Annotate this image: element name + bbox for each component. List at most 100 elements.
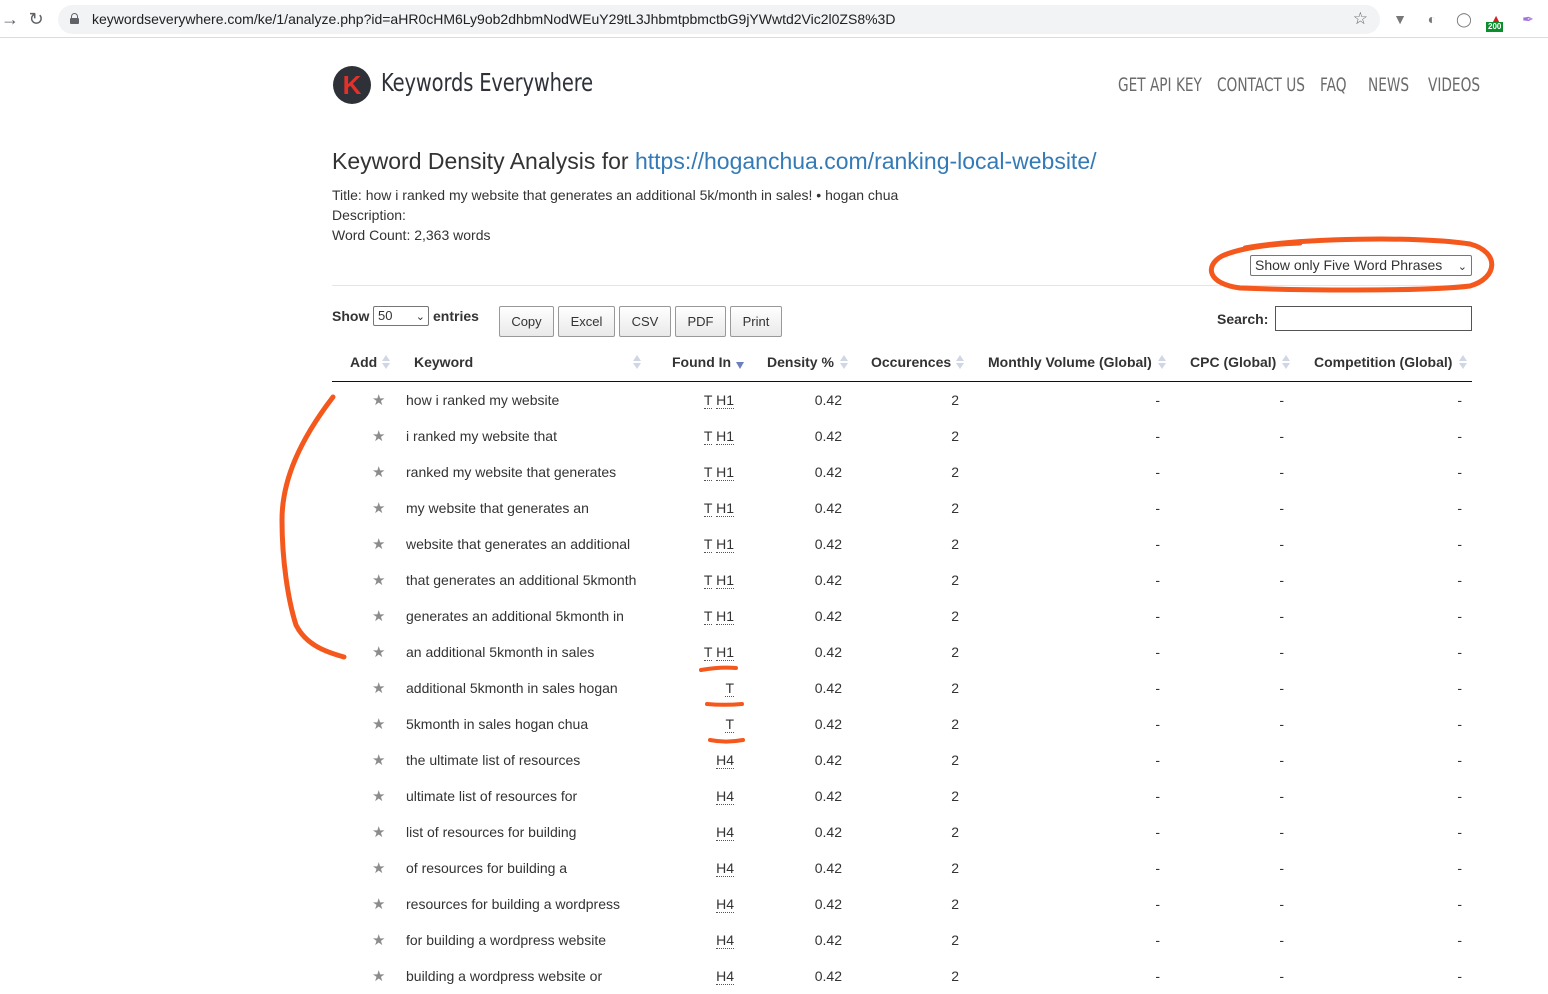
nav-faq[interactable]: FAQ — [1320, 74, 1347, 96]
bookmark-star-icon[interactable]: ☆ — [1353, 9, 1368, 29]
sort-icon[interactable] — [1459, 354, 1467, 370]
star-icon[interactable]: ★ — [372, 861, 385, 876]
star-icon[interactable]: ★ — [372, 681, 385, 696]
star-icon[interactable]: ★ — [372, 933, 385, 948]
found-in-tag[interactable]: H4 — [716, 968, 734, 985]
phrase-filter-select[interactable]: Show only Five Word Phrases ⌄ — [1250, 255, 1472, 276]
extension-pen-icon[interactable]: ✒ — [1519, 10, 1537, 28]
entries-value: 50 — [378, 308, 393, 323]
star-icon[interactable]: ★ — [372, 825, 385, 840]
nav-videos[interactable]: VIDEOS — [1428, 74, 1480, 96]
found-in-tag[interactable]: T — [725, 680, 734, 697]
monthly-volume-cell: - — [1155, 536, 1160, 552]
nav-news[interactable]: NEWS — [1368, 74, 1409, 96]
found-in-tag[interactable]: T — [703, 464, 713, 481]
sort-desc-icon[interactable] — [736, 362, 744, 369]
star-icon[interactable]: ★ — [372, 969, 385, 984]
star-icon[interactable]: ★ — [372, 393, 385, 408]
nav-contact-us[interactable]: CONTACT US — [1217, 74, 1305, 96]
found-in-tag[interactable]: T — [703, 392, 713, 409]
star-icon[interactable]: ★ — [372, 897, 385, 912]
density-cell: 0.42 — [814, 932, 842, 948]
sort-icon[interactable] — [840, 354, 848, 370]
found-in-tag[interactable]: H4 — [716, 932, 734, 949]
found-in-tag[interactable]: H4 — [716, 788, 734, 805]
excel-button[interactable]: Excel — [558, 306, 615, 337]
found-in-tag[interactable]: H1 — [716, 644, 734, 661]
found-in-tag[interactable]: H4 — [716, 752, 734, 769]
density-cell: 0.42 — [814, 428, 842, 444]
star-icon[interactable]: ★ — [372, 537, 385, 552]
url-text[interactable]: keywordseverywhere.com/ke/1/analyze.php?… — [92, 11, 895, 27]
sort-icon[interactable] — [633, 354, 641, 370]
star-icon[interactable]: ★ — [372, 717, 385, 732]
site-logo-icon[interactable]: K — [333, 66, 371, 104]
column-header-add[interactable]: Add — [350, 354, 377, 370]
found-in-tag[interactable]: H1 — [716, 536, 734, 553]
keyword-cell: that generates an additional 5kmonth — [406, 572, 637, 588]
found-in-tag[interactable]: H1 — [716, 500, 734, 517]
star-icon[interactable]: ★ — [372, 465, 385, 480]
found-in-tag[interactable]: H1 — [716, 392, 734, 409]
found-in-tag[interactable]: H1 — [716, 608, 734, 625]
copy-button[interactable]: Copy — [499, 306, 554, 337]
search-input[interactable] — [1275, 306, 1472, 331]
competition-cell: - — [1457, 392, 1462, 408]
monthly-volume-cell: - — [1155, 932, 1160, 948]
extension-circle-icon[interactable]: ◯ — [1455, 10, 1473, 28]
found-in-tag[interactable]: H1 — [716, 572, 734, 589]
occurences-cell: 2 — [951, 860, 959, 876]
star-icon[interactable]: ★ — [372, 573, 385, 588]
column-header-occurences[interactable]: Occurences — [871, 354, 951, 370]
sort-icon[interactable] — [956, 354, 964, 370]
site-logo-text[interactable]: Keywords Everywhere — [381, 68, 593, 97]
address-bar[interactable]: keywordseverywhere.com/ke/1/analyze.php?… — [58, 5, 1380, 34]
found-in-cell: H4 — [716, 824, 734, 841]
table-row: ★ the ultimate list of resources H4 0.42 2 - -… — [332, 743, 1472, 779]
sort-icon[interactable] — [1282, 354, 1290, 370]
found-in-tag[interactable]: T — [703, 608, 713, 625]
found-in-tag[interactable]: H1 — [716, 464, 734, 481]
found-in-tag[interactable]: T — [703, 572, 713, 589]
found-in-tag[interactable]: T — [703, 536, 713, 553]
competition-cell: - — [1457, 968, 1462, 984]
column-header-found-in[interactable]: Found In — [672, 354, 731, 370]
star-icon[interactable]: ★ — [372, 501, 385, 516]
star-icon[interactable]: ★ — [372, 609, 385, 624]
column-header-cpc[interactable]: CPC (Global) — [1190, 354, 1276, 370]
star-icon[interactable]: ★ — [372, 789, 385, 804]
keyword-cell: how i ranked my website — [406, 392, 560, 408]
column-header-monthly-volume[interactable]: Monthly Volume (Global) — [988, 354, 1152, 370]
occurences-cell: 2 — [951, 536, 959, 552]
sort-icon[interactable] — [1158, 354, 1166, 370]
print-button[interactable]: Print — [730, 306, 782, 337]
star-icon[interactable]: ★ — [372, 645, 385, 660]
found-in-tag[interactable]: T — [703, 428, 713, 445]
column-header-density[interactable]: Density % — [767, 354, 834, 370]
star-icon[interactable]: ★ — [372, 429, 385, 444]
column-header-keyword[interactable]: Keyword — [414, 354, 473, 370]
analyzed-url-link[interactable]: https://hoganchua.com/ranking-local-webs… — [635, 148, 1097, 174]
found-in-tag[interactable]: T — [725, 716, 734, 733]
extension-v-icon[interactable]: ▼ — [1391, 10, 1409, 28]
arrow-right-icon[interactable]: → — [0, 9, 20, 29]
found-in-tag[interactable]: H4 — [716, 860, 734, 877]
table-row: ★ additional 5kmonth in sales hogan T 0.42 2… — [332, 671, 1472, 707]
found-in-tag[interactable]: H1 — [716, 428, 734, 445]
found-in-tag[interactable]: H4 — [716, 824, 734, 841]
found-in-cell: T H1 — [703, 392, 734, 409]
pdf-button[interactable]: PDF — [675, 306, 726, 337]
divider — [332, 285, 1472, 286]
csv-button[interactable]: CSV — [619, 306, 671, 337]
entries-select[interactable]: 50 ⌄ — [373, 306, 429, 326]
nav-get-api-key[interactable]: GET API KEY — [1118, 74, 1202, 96]
sort-icon[interactable] — [382, 354, 390, 370]
star-icon[interactable]: ★ — [372, 753, 385, 768]
extension-moon-icon[interactable]: ◐ — [1423, 10, 1441, 28]
reload-icon[interactable]: ↻ — [26, 9, 46, 29]
found-in-tag[interactable]: H4 — [716, 896, 734, 913]
found-in-tag[interactable]: T — [703, 500, 713, 517]
column-header-competition[interactable]: Competition (Global) — [1314, 354, 1452, 370]
found-in-tag[interactable]: T — [703, 644, 713, 661]
competition-cell: - — [1457, 752, 1462, 768]
